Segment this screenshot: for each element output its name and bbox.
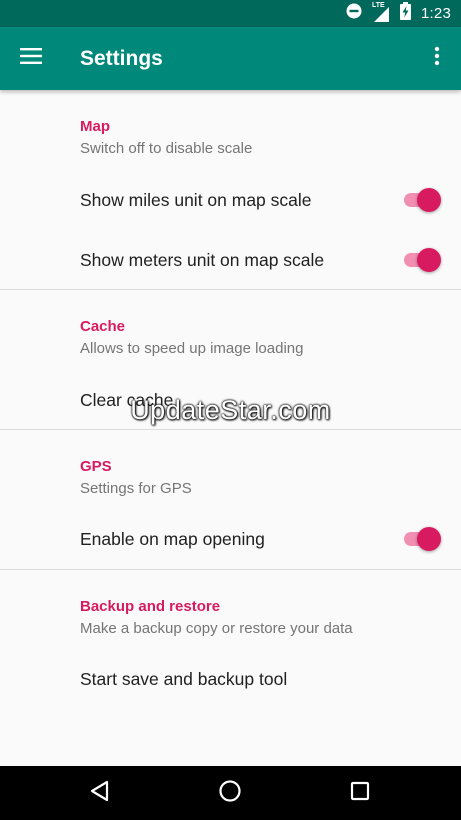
status-icons: LTE 1:23 <box>346 0 451 27</box>
pref-label: Enable on map opening <box>80 529 265 549</box>
switch-show-miles[interactable] <box>401 187 441 213</box>
status-time: 1:23 <box>421 5 451 22</box>
category-title-backup: Backup and restore <box>80 598 221 615</box>
category-summary-cache: Allows to speed up image loading <box>80 340 304 357</box>
switch-thumb <box>417 248 441 272</box>
status-bar: LTE 1:23 <box>0 0 461 27</box>
page-title: Settings <box>80 47 163 70</box>
app-bar: Settings <box>0 27 461 90</box>
recents-button[interactable] <box>342 775 378 811</box>
home-button[interactable] <box>212 775 248 811</box>
pref-label: Start save and backup tool <box>80 669 288 689</box>
divider <box>0 569 461 570</box>
home-icon <box>218 779 242 808</box>
category-title-map: Map <box>80 118 110 135</box>
pref-label: Clear cache <box>80 390 174 410</box>
pref-clear-cache[interactable]: Clear cache <box>0 370 461 430</box>
pref-show-meters[interactable]: Show meters unit on map scale <box>0 230 461 290</box>
overflow-menu-button[interactable] <box>425 39 449 77</box>
back-button[interactable] <box>82 775 118 811</box>
divider <box>0 429 461 430</box>
pref-enable-on-map-opening[interactable]: Enable on map opening <box>0 509 461 569</box>
switch-thumb <box>417 527 441 551</box>
divider <box>0 289 461 290</box>
switch-enable-on-map-opening[interactable] <box>401 526 441 552</box>
category-title-cache: Cache <box>80 318 126 335</box>
category-summary-gps: Settings for GPS <box>80 480 192 497</box>
pref-label: Show meters unit on map scale <box>80 250 325 270</box>
hamburger-menu-icon <box>20 47 42 69</box>
switch-show-meters[interactable] <box>401 247 441 273</box>
category-summary-backup: Make a backup copy or restore your data <box>80 620 353 637</box>
nav-bar <box>0 766 461 820</box>
category-summary-map: Switch off to disable scale <box>80 140 253 157</box>
lte-label: LTE <box>372 1 385 9</box>
recents-icon <box>350 781 370 806</box>
pref-show-miles[interactable]: Show miles unit on map scale <box>0 170 461 230</box>
pref-start-save-backup[interactable]: Start save and backup tool <box>0 649 461 709</box>
more-vert-icon <box>434 46 440 71</box>
pref-label: Show miles unit on map scale <box>80 190 312 210</box>
category-title-gps: GPS <box>80 458 112 475</box>
do-not-disturb-icon <box>346 3 362 24</box>
battery-charging-icon <box>400 2 411 25</box>
menu-button[interactable] <box>12 39 50 77</box>
back-icon <box>90 780 110 807</box>
switch-thumb <box>417 188 441 212</box>
lte-signal-icon: LTE <box>372 1 390 23</box>
